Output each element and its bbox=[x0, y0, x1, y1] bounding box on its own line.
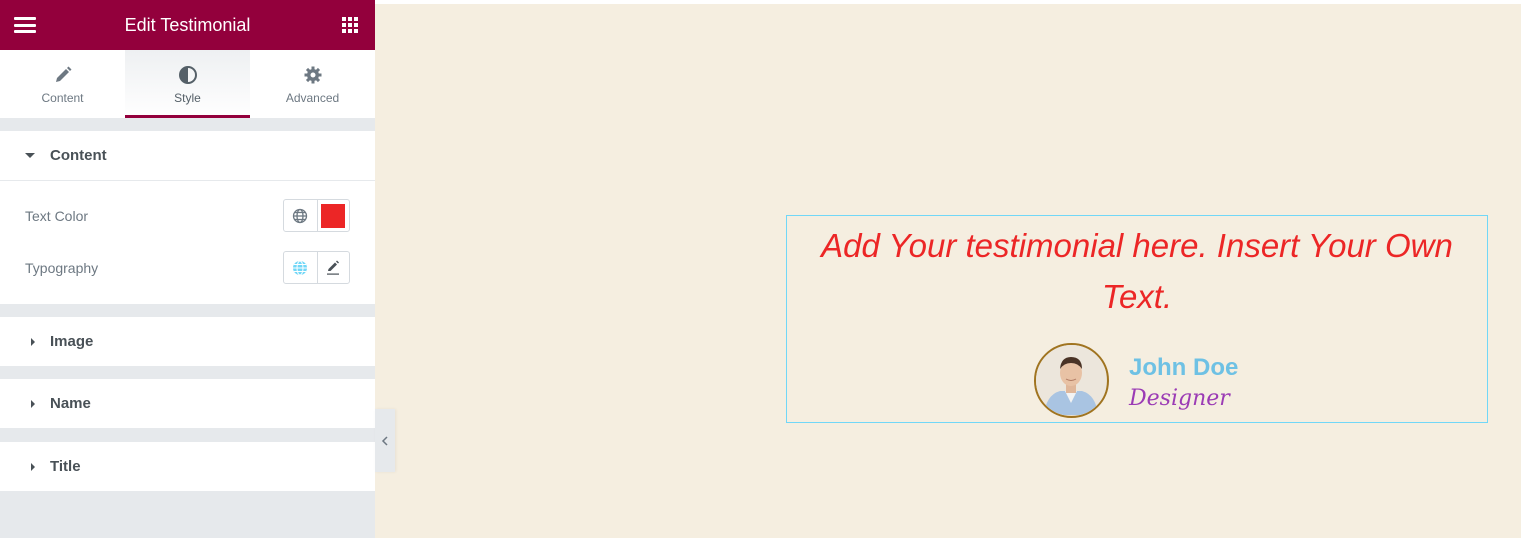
section-label: Image bbox=[50, 333, 94, 350]
caret-right-icon bbox=[31, 462, 35, 471]
tab-label: Content bbox=[41, 91, 84, 105]
avatar bbox=[1034, 343, 1109, 418]
divider bbox=[0, 180, 375, 181]
tab-style[interactable]: Style bbox=[125, 50, 250, 118]
typography-group bbox=[283, 251, 350, 284]
text-color-control: Text Color bbox=[0, 190, 375, 242]
section-image-header[interactable]: Image bbox=[0, 317, 375, 366]
globe-icon bbox=[293, 260, 308, 275]
section-name-header[interactable]: Name bbox=[0, 379, 375, 428]
tab-label: Style bbox=[174, 91, 201, 105]
section-content-header[interactable]: Content bbox=[0, 131, 375, 180]
testimonial-name: John Doe bbox=[1129, 354, 1239, 381]
section-title[interactable]: Title bbox=[0, 442, 375, 491]
color-picker-button[interactable] bbox=[316, 200, 350, 231]
caret-down-icon bbox=[25, 153, 35, 158]
caret-right-icon bbox=[31, 399, 35, 408]
global-fonts-button[interactable] bbox=[284, 252, 317, 283]
typography-control: Typography bbox=[0, 242, 375, 294]
tab-content[interactable]: Content bbox=[0, 50, 125, 118]
section-label: Content bbox=[50, 147, 107, 164]
contrast-icon bbox=[125, 65, 250, 85]
typography-label: Typography bbox=[25, 260, 99, 276]
pencil-icon bbox=[0, 65, 125, 85]
person-photo bbox=[1036, 345, 1106, 415]
globe-icon bbox=[293, 208, 308, 223]
testimonial-text: Add Your testimonial here. Insert Your O… bbox=[821, 227, 1453, 315]
edit-typography-button[interactable] bbox=[316, 252, 350, 283]
editor-panel: Edit Testimonial Content Style Advanced … bbox=[0, 0, 375, 538]
section-image[interactable]: Image bbox=[0, 317, 375, 366]
text-color-label: Text Color bbox=[25, 208, 89, 224]
collapse-panel-button[interactable] bbox=[375, 409, 395, 472]
canvas-top-edge bbox=[375, 0, 1521, 4]
panel-title: Edit Testimonial bbox=[124, 15, 251, 35]
tab-label: Advanced bbox=[285, 91, 340, 105]
tab-advanced[interactable]: Advanced bbox=[250, 50, 375, 118]
section-name[interactable]: Name bbox=[0, 379, 375, 428]
section-label: Title bbox=[50, 458, 81, 475]
text-color-group bbox=[283, 199, 350, 232]
chevron-left-icon bbox=[381, 435, 388, 446]
pencil-icon bbox=[327, 260, 340, 275]
gear-icon bbox=[250, 65, 375, 85]
panel-header: Edit Testimonial bbox=[0, 0, 375, 50]
section-title-header[interactable]: Title bbox=[0, 442, 375, 491]
color-swatch bbox=[321, 203, 346, 228]
testimonial-job-title: Designer bbox=[1129, 386, 1230, 411]
panel-tabs: Content Style Advanced bbox=[0, 50, 375, 118]
caret-right-icon bbox=[31, 337, 35, 346]
section-label: Name bbox=[50, 395, 91, 412]
global-colors-button[interactable] bbox=[284, 200, 317, 231]
testimonial-widget[interactable]: Add Your testimonial here. Insert Your O… bbox=[786, 215, 1488, 423]
grid-icon[interactable] bbox=[342, 17, 358, 33]
section-content: Content Text Color Typography bbox=[0, 131, 375, 304]
